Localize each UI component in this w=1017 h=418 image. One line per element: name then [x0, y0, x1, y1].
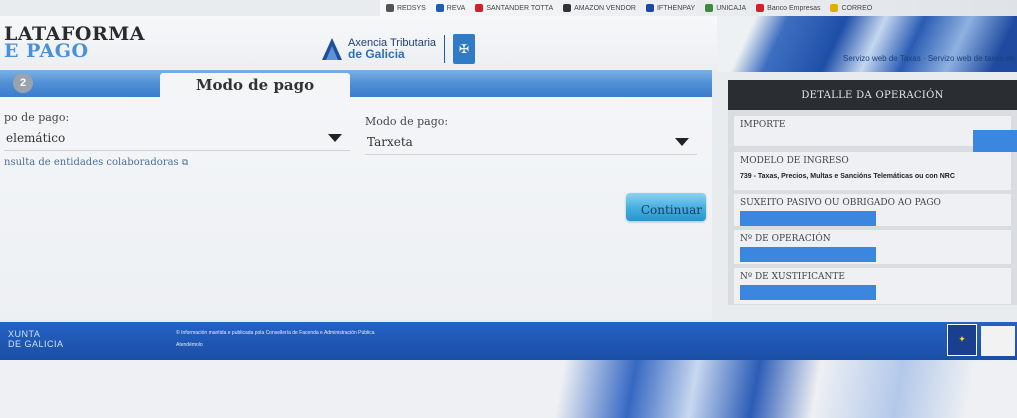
- suxeito-label: SUXEITO PASIVO OU OBRIGADO AO PAGO: [740, 198, 941, 208]
- entidades-colaboradoras-link[interactable]: nsulta de entidades colaboradoras ⧉: [4, 157, 188, 168]
- plataforma-logo[interactable]: LATAFORMA E PAGO: [4, 25, 154, 62]
- tipo-pago-value: elemático: [6, 130, 66, 145]
- bookmark-icon: [705, 4, 714, 12]
- operacion-row: Nº DE OPERACIÓN: [734, 230, 1011, 264]
- footer-info-text: © Información mantida e publicada pola C…: [176, 330, 375, 336]
- chevron-down-icon: [328, 133, 342, 142]
- bookmark-banco[interactable]: Banco Empresas: [756, 4, 820, 12]
- bookmark-icon: [563, 4, 572, 12]
- operation-detail-panel: DETALLE DA OPERACIÓN IMPORTE MODELO DE I…: [728, 80, 1017, 305]
- bookmark-icon: [756, 4, 765, 12]
- title-bar: 2 Modo de pago: [0, 70, 712, 97]
- bookmark-reva[interactable]: REVA: [435, 4, 465, 12]
- tipo-pago-select[interactable]: elemático: [4, 125, 350, 151]
- bookmark-icon: [386, 4, 394, 12]
- brand-line-2: E PAGO: [4, 40, 89, 62]
- bookmark-correo[interactable]: CORREO: [830, 4, 872, 12]
- atg-text: Axencia Tributaria de Galicia: [348, 37, 437, 61]
- bookmark-icon: [645, 4, 654, 12]
- xustificante-label: Nº DE XUSTIFICANTE: [740, 272, 845, 282]
- modelo-value: 739 - Taxas, Precios, Multas e Sancións …: [740, 173, 955, 180]
- bookmark-icon: [435, 4, 444, 12]
- operacion-label: Nº DE OPERACIÓN: [740, 234, 831, 244]
- eu-funding-logo: [981, 326, 1015, 356]
- bookmark-icon: [475, 4, 484, 12]
- bookmarks-bar: REDSYS REVA SANTANDER TOTTA AMAZON VENDO…: [380, 0, 1017, 16]
- modelo-row: MODELO DE INGRESO 739 - Taxas, Precios, …: [734, 152, 1011, 190]
- bookmark-redsys[interactable]: REDSYS: [386, 4, 426, 12]
- step-indicator: 2: [13, 73, 33, 93]
- modelo-label: MODELO DE INGRESO: [740, 156, 849, 166]
- bookmark-amazon[interactable]: AMAZON VENDOR: [563, 4, 636, 12]
- bookmark-unicaja[interactable]: UNICAJA: [705, 4, 746, 12]
- xunta-logo[interactable]: XUNTA DE GALICIA: [8, 329, 64, 349]
- site-header: LATAFORMA E PAGO Axencia Tributaria de G…: [0, 16, 1017, 72]
- modo-pago-select[interactable]: Tarxeta: [365, 129, 697, 155]
- header-tagline: Servizo web de Taxas · Servizo web de ta…: [843, 54, 1015, 63]
- modo-pago-label: Modo de pago:: [365, 115, 449, 128]
- xunta-shield-icon: ✠: [453, 34, 476, 64]
- atg-mark-icon: [320, 34, 344, 64]
- suxeito-row: SUXEITO PASIVO OU OBRIGADO AO PAGO: [734, 194, 1011, 226]
- bottom-banner: [0, 360, 1017, 418]
- bookmark-icon: [830, 4, 839, 12]
- tipo-pago-label: po de pago:: [4, 111, 70, 124]
- importe-label: IMPORTE: [740, 120, 786, 130]
- operacion-value-redacted: [740, 247, 876, 262]
- external-link-icon: ⧉: [181, 158, 189, 168]
- bookmark-santander[interactable]: SANTANDER TOTTA: [475, 4, 553, 12]
- importe-value-redacted: [973, 130, 1017, 152]
- suxeito-value-redacted: [740, 211, 876, 226]
- xustificante-value-redacted: [740, 285, 876, 300]
- page-title: Modo de pago: [160, 73, 350, 97]
- atg-logo[interactable]: Axencia Tributaria de Galicia ✠: [320, 34, 476, 64]
- payment-mode-panel: 2 Modo de pago po de pago: elemático Mod…: [0, 70, 712, 320]
- importe-row: IMPORTE: [734, 116, 1017, 152]
- bookmark-ifthenpay[interactable]: IFTHENPAY: [645, 4, 695, 12]
- header-banner: Servizo web de Taxas · Servizo web de ta…: [717, 16, 1017, 72]
- atendemolo-link[interactable]: Atendémolo: [176, 342, 203, 348]
- xustificante-row: Nº DE XUSTIFICANTE: [734, 268, 1011, 304]
- site-footer: XUNTA DE GALICIA © Información mantida e…: [0, 322, 1017, 360]
- eu-flag-icon: ✦: [947, 324, 977, 356]
- divider: [444, 35, 446, 63]
- continue-button[interactable]: Continuar: [626, 193, 706, 221]
- modo-pago-value: Tarxeta: [367, 134, 413, 149]
- chevron-down-icon: [675, 137, 689, 146]
- detail-heading: DETALLE DA OPERACIÓN: [728, 80, 1017, 110]
